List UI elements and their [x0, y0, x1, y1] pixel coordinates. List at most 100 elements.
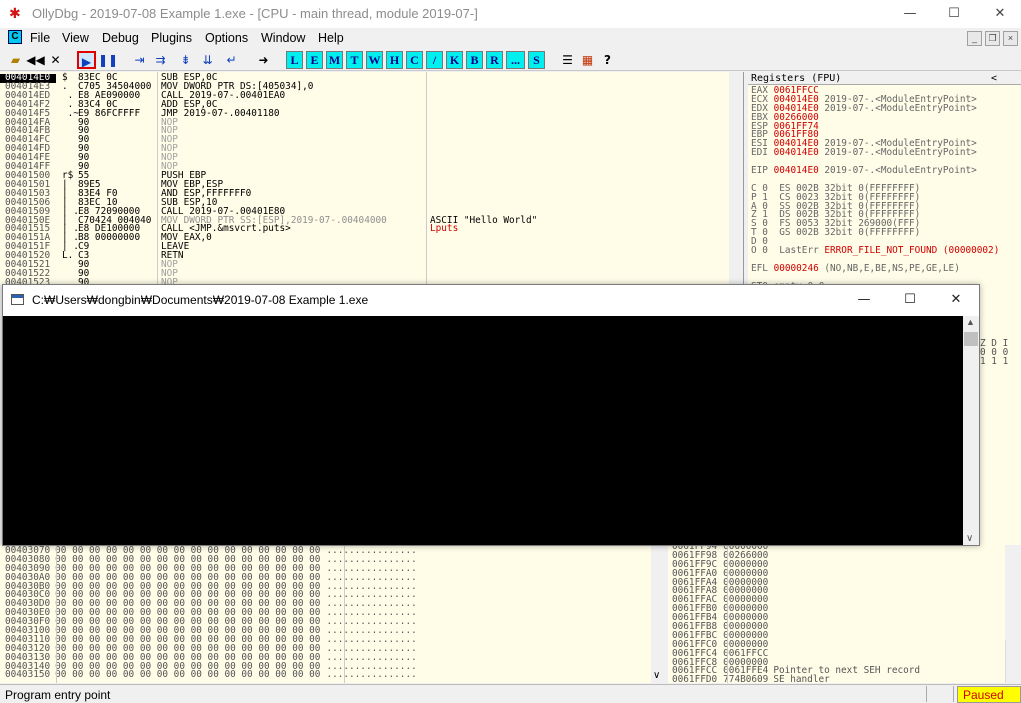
cpu-button[interactable]: C [406, 51, 423, 69]
menu-window[interactable]: Window [261, 31, 305, 45]
disasm-comment[interactable] [430, 172, 537, 181]
disasm-instruction[interactable]: JMP 2019-07-.00401180 [161, 108, 387, 119]
open-icon[interactable]: ▰ [6, 51, 25, 69]
memory-map-button[interactable]: M [326, 51, 343, 69]
color-icon[interactable]: ▦ [578, 51, 597, 69]
stack-lines[interactable]: 0061FF94 00000000 0061FF98 00266000 0061FF9C… [672, 545, 920, 683]
disasm-comment[interactable] [430, 234, 537, 243]
collapse-icon[interactable]: < [991, 72, 997, 85]
scroll-thumb[interactable] [964, 332, 978, 346]
breakpoints-button[interactable]: B [466, 51, 483, 69]
executable-modules-button[interactable]: E [306, 51, 323, 69]
register-line[interactable]: EDI 004014E0 2019-07-.<ModuleEntryPoint> [751, 148, 999, 158]
disasm-comment[interactable] [430, 110, 537, 119]
disasm-comment[interactable] [430, 92, 537, 101]
disasm-hex[interactable]: 90 [78, 135, 151, 145]
disasm-comment[interactable] [430, 74, 537, 83]
console-minimize-button[interactable]: — [841, 285, 887, 315]
disasm-comment[interactable] [430, 136, 537, 145]
mdi-restore-button[interactable]: ❐ [985, 31, 1000, 46]
dump-lines[interactable]: 00403070 00 00 00 00 00 00 00 00 00 00 00… [5, 546, 417, 680]
disasm-hex[interactable]: 90 [78, 126, 151, 136]
cpu-window-icon[interactable]: C [8, 30, 22, 44]
mdi-close-button[interactable]: × [1003, 31, 1018, 46]
disasm-hex-column[interactable]: 83EC 0C C705 34504000 E8 AE090000 83C4 0C E9… [78, 73, 151, 285]
source-button[interactable]: S [528, 51, 545, 69]
disasm-hex[interactable]: 90 [78, 162, 151, 172]
help-icon[interactable]: ? [598, 51, 617, 69]
disasm-hex[interactable]: 90 [78, 269, 151, 279]
register-line[interactable]: EFL 00000246 (NO,NB,E,BE,NS,PE,GE,LE) [751, 264, 999, 274]
log-window-button[interactable]: L [286, 51, 303, 69]
maximize-button[interactable]: ☐ [931, 0, 977, 28]
disasm-comment[interactable] [430, 181, 537, 190]
disasm-hex[interactable]: C3 [78, 251, 151, 261]
menu-help[interactable]: Help [318, 31, 344, 45]
register-line[interactable]: O 0 LastErr ERROR_FILE_NOT_FOUND (000000… [751, 246, 999, 256]
disasm-comment[interactable] [430, 199, 537, 208]
memory-dump-pane[interactable]: 00403070 00 00 00 00 00 00 00 00 00 00 00… [0, 545, 665, 683]
disasm-hex[interactable]: 90 [78, 153, 151, 163]
menu-debug[interactable]: Debug [102, 31, 139, 45]
disasm-instruction[interactable]: NOP [161, 126, 387, 136]
register-line[interactable]: EIP 004014E0 2019-07-.<ModuleEntryPoint> [751, 166, 999, 176]
disasm-instruction[interactable]: MOV EAX,0 [161, 233, 387, 243]
list-icon[interactable]: ☰ [558, 51, 577, 69]
register-lines[interactable]: EAX 0061FFCC ECX 004014E0 2019-07-.<Modul… [751, 86, 999, 285]
disasm-instruction[interactable]: NOP [161, 260, 387, 270]
console-maximize-button[interactable]: ☐ [887, 285, 933, 315]
disasm-instruction[interactable]: LEAVE [161, 242, 387, 252]
stack-scrollbar[interactable] [1005, 640, 1021, 683]
windows-button[interactable]: W [366, 51, 383, 69]
mdi-minimize-button[interactable]: _ [967, 31, 982, 46]
menu-options[interactable]: Options [205, 31, 248, 45]
disasm-scrollbar[interactable] [729, 72, 743, 285]
disasm-comment[interactable] [430, 154, 537, 163]
disasm-hex[interactable]: 90 [78, 144, 151, 154]
disasm-comment[interactable]: Lputs [430, 224, 537, 234]
disasm-address-column[interactable]: 004014E0 004014E3 004014ED 004014F2 004014F5… [5, 73, 50, 285]
console-output-area[interactable] [3, 316, 963, 545]
patches-button[interactable]: / [426, 51, 443, 69]
restart-icon[interactable]: ◀◀ [26, 51, 45, 69]
handles-button[interactable]: H [386, 51, 403, 69]
scroll-down-icon[interactable]: ∨ [966, 533, 973, 544]
disassembly-pane[interactable]: 004014E0 004014E3 004014ED 004014F2 004014F5… [0, 72, 744, 285]
close-program-icon[interactable]: ✕ [46, 51, 65, 69]
threads-button[interactable]: T [346, 51, 363, 69]
console-window[interactable]: C:₩Users₩dongbin₩Documents₩2019-07-08 Ex… [2, 284, 980, 546]
disasm-instruction[interactable]: NOP [161, 153, 387, 163]
disasm-instruction[interactable]: NOP [161, 269, 387, 279]
disasm-comment[interactable] [430, 101, 537, 110]
step-over-icon[interactable]: ⇉ [151, 51, 170, 69]
trace-over-icon[interactable]: ⇊ [198, 51, 217, 69]
references-button[interactable]: R [486, 51, 503, 69]
menu-plugins[interactable]: Plugins [151, 31, 192, 45]
disasm-instruction[interactable]: RETN [161, 251, 387, 261]
console-scrollbar[interactable]: ▲ ∨ [963, 316, 979, 545]
disasm-comment[interactable] [430, 119, 537, 128]
disasm-comment[interactable] [430, 127, 537, 136]
disasm-comment[interactable] [430, 190, 537, 199]
scroll-down-icon[interactable]: ∨ [653, 670, 660, 681]
disasm-comment-column[interactable]: ASCII "Hello World" Lputs [430, 74, 537, 285]
pause-icon[interactable]: ❚❚ [98, 51, 118, 69]
disasm-instruction[interactable]: NOP [161, 135, 387, 145]
stack-row[interactable]: 0061FFD0 774B0609 SE handler [672, 675, 920, 683]
close-button[interactable]: ✕ [977, 0, 1021, 28]
disasm-comment[interactable] [430, 252, 537, 261]
trace-into-icon[interactable]: ⇟ [176, 51, 195, 69]
execute-till-return-icon[interactable]: ↵ [222, 51, 241, 69]
disasm-hex[interactable]: C9 [78, 242, 151, 252]
disasm-comment[interactable] [430, 270, 537, 279]
menu-file[interactable]: File [30, 31, 50, 45]
window-titlebar[interactable]: ✱ OllyDbg - 2019-07-08 Example 1.exe - [… [0, 0, 1021, 28]
console-titlebar[interactable]: C:₩Users₩dongbin₩Documents₩2019-07-08 Ex… [3, 285, 979, 315]
disasm-instruction-column[interactable]: SUB ESP,0C MOV DWORD PTR DS:[405034],0 CAL… [161, 73, 387, 285]
console-close-button[interactable]: ✕ [933, 285, 979, 315]
disasm-comment[interactable] [430, 145, 537, 154]
scroll-up-icon[interactable]: ▲ [966, 317, 975, 327]
disasm-hex[interactable]: B8 00000000 [78, 233, 151, 243]
minimize-button[interactable]: — [887, 0, 933, 28]
registers-header[interactable]: Registers (FPU) < [748, 72, 1021, 85]
